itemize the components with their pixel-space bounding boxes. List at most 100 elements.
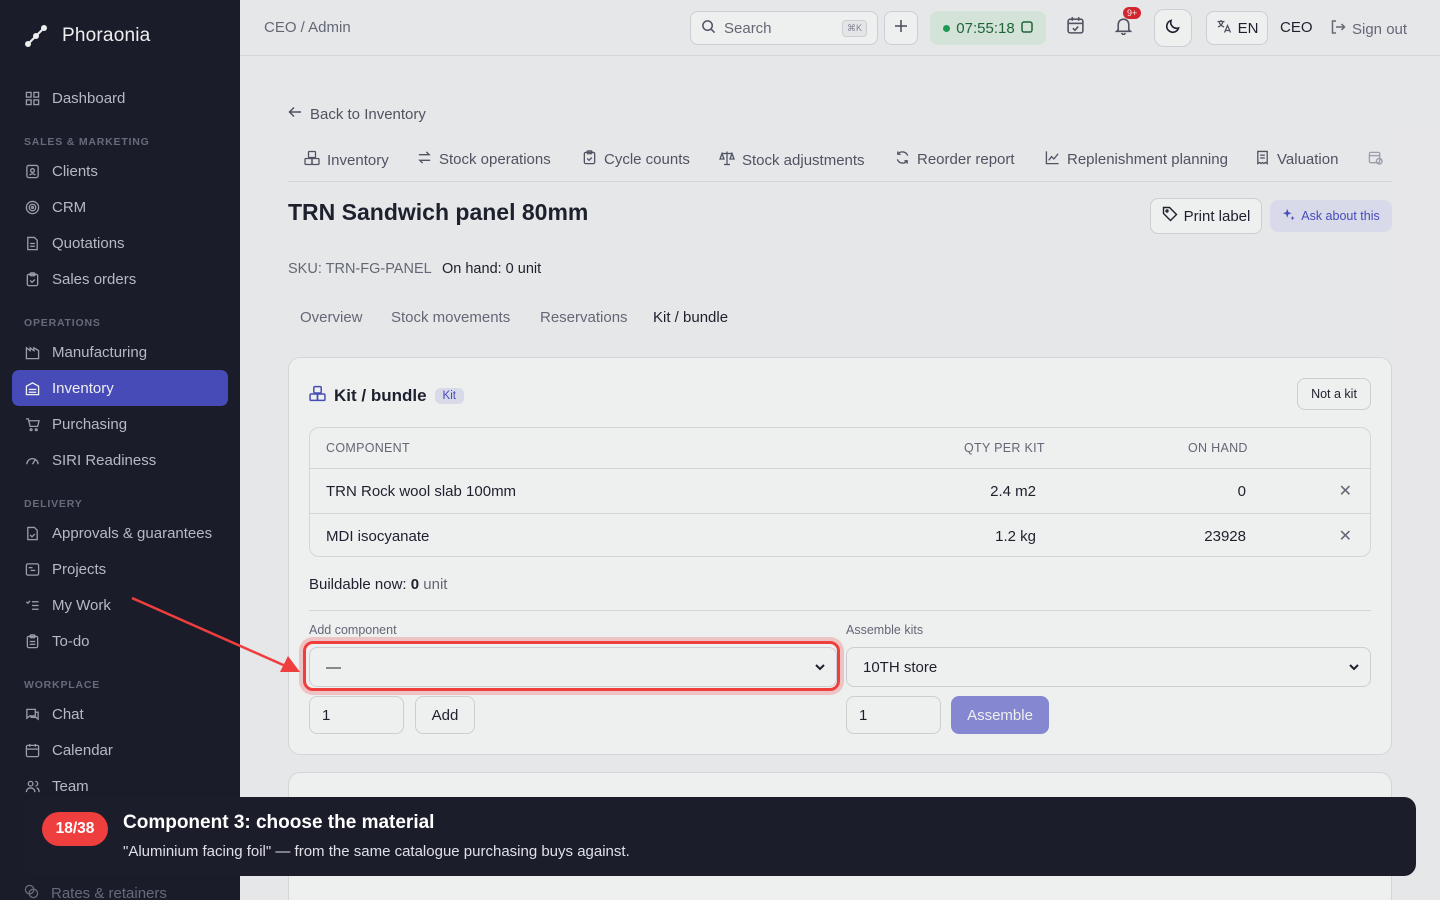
clipboard-icon [24, 271, 40, 287]
section-label: SALES & MARKETING [24, 136, 150, 148]
sidebar-item-label: SIRI Readiness [52, 451, 157, 469]
column-header: COMPONENT [326, 441, 410, 455]
component-name: MDI isocyanate [326, 528, 430, 545]
sidebar-item-purchasing[interactable]: Purchasing [12, 406, 228, 442]
tab-more[interactable] [1368, 150, 1383, 169]
ask-label: Ask about this [1301, 209, 1380, 223]
tab-inventory[interactable]: Inventory [304, 150, 389, 170]
notification-badge: 9+ [1123, 7, 1142, 19]
timer-button[interactable]: 07:55:18 [930, 11, 1046, 45]
sidebar-item-to-do[interactable]: To-do [12, 623, 228, 659]
sidebar-item-label: Dashboard [52, 89, 126, 107]
sidebar-item-my-work[interactable]: My Work [12, 587, 228, 623]
signout-label: Sign out [1352, 20, 1408, 38]
assemble-button[interactable]: Assemble [951, 696, 1049, 734]
language-code: EN [1237, 19, 1259, 37]
arrow-left-icon [288, 105, 302, 123]
sidebar-item-label: Rates & retainers [51, 885, 167, 900]
tab-valuation[interactable]: Valuation [1255, 150, 1338, 169]
tab-cycle-counts[interactable]: Cycle counts [582, 150, 690, 169]
brand[interactable]: Phoraonia [0, 0, 240, 72]
bell-icon [1114, 16, 1133, 40]
topbar: CEO / Admin Search ⌘K 07:55:18 9+ EN CEO… [240, 0, 1440, 56]
list-check-icon [24, 597, 40, 613]
print-label-button[interactable]: Print label [1150, 198, 1262, 234]
tab-label: Stock operations [439, 151, 551, 168]
tab-stock-operations[interactable]: Stock operations [417, 150, 551, 169]
tab-replenishment-planning[interactable]: Replenishment planning [1045, 150, 1228, 169]
inventory-tabs: Inventory Stock operations Cycle counts … [288, 140, 1392, 182]
tab-reservations[interactable]: Reservations [540, 309, 628, 326]
sidebar-item-chat[interactable]: Chat [12, 696, 228, 732]
add-component-label: Add component [309, 623, 397, 637]
calendar-button[interactable] [1058, 11, 1092, 45]
on-hand-value: 23928 [1204, 528, 1246, 545]
add-component-button[interactable]: Add [415, 696, 475, 734]
sidebar-item-approvals[interactable]: Approvals & guarantees [12, 515, 228, 551]
not-a-kit-button[interactable]: Not a kit [1297, 378, 1371, 410]
tab-reorder-report[interactable]: Reorder report [895, 150, 1015, 169]
sidebar-item-manufacturing[interactable]: Manufacturing [12, 334, 228, 370]
assemble-quantity-input[interactable]: 1 [846, 696, 941, 734]
tour-panel: 18/38 Component 3: choose the material "… [24, 797, 1416, 876]
sidebar-item-label: CRM [52, 198, 87, 216]
ask-about-this-button[interactable]: Ask about this [1270, 200, 1392, 232]
boxes-icon [309, 385, 326, 407]
sidebar-item-siri-readiness[interactable]: SIRI Readiness [12, 442, 228, 478]
calendar-clock-icon [1368, 150, 1383, 169]
sidebar-item-sales-orders[interactable]: Sales orders [12, 261, 228, 297]
section-label: OPERATIONS [24, 317, 101, 329]
warehouse-icon [24, 380, 40, 396]
buildable-unit: unit [423, 576, 448, 593]
plus-icon [894, 19, 908, 38]
theme-toggle[interactable] [1154, 9, 1192, 47]
language-switcher[interactable]: EN [1206, 11, 1268, 45]
remove-component-icon[interactable]: ✕ [1339, 481, 1352, 501]
remove-component-icon[interactable]: ✕ [1339, 526, 1352, 546]
sidebar-item-label: Inventory [52, 379, 114, 397]
tab-overview[interactable]: Overview [300, 309, 363, 326]
add-quantity-input[interactable]: 1 [309, 696, 404, 734]
sidebar-item-label: Sales orders [52, 270, 137, 288]
search-button[interactable]: Search ⌘K [690, 11, 878, 45]
running-dot-icon [943, 24, 951, 32]
sidebar-item-rates[interactable]: Rates & retainers [24, 884, 167, 900]
signout-button[interactable]: Sign out [1330, 19, 1407, 39]
brand-name: Phoraonia [62, 25, 151, 46]
column-header: QTY PER KIT [964, 441, 1045, 455]
line-chart-icon [1045, 150, 1060, 169]
tab-stock-movements[interactable]: Stock movements [391, 309, 510, 326]
sidebar-item-clients[interactable]: Clients [12, 153, 228, 189]
sidebar-item-label: To-do [52, 632, 90, 650]
clipboard-check-icon [582, 150, 597, 169]
assemble-kits-label: Assemble kits [846, 623, 924, 637]
sidebar-item-projects[interactable]: Projects [12, 551, 228, 587]
item-subtabs: Overview Stock movements Reservations Ki… [288, 300, 1392, 336]
column-header: ON HAND [1188, 441, 1248, 455]
tab-label: Valuation [1277, 151, 1339, 168]
calendar-check-icon [1066, 16, 1085, 40]
grid-icon [24, 90, 40, 106]
document-icon [24, 235, 40, 251]
chevron-down-icon [1348, 661, 1360, 676]
sidebar-item-dashboard[interactable]: Dashboard [12, 80, 228, 116]
tab-stock-adjustments[interactable]: Stock adjustments [719, 150, 865, 170]
back-link[interactable]: Back to Inventory [288, 105, 426, 123]
create-button[interactable] [884, 11, 918, 45]
components-table: COMPONENT QTY PER KIT ON HAND TRN Rock w… [309, 427, 1371, 557]
breadcrumb[interactable]: CEO / Admin [264, 19, 351, 36]
assemble-store-select[interactable]: 10TH store [846, 647, 1371, 687]
assemble-store-value: 10TH store [863, 658, 938, 676]
sidebar-item-calendar[interactable]: Calendar [12, 732, 228, 768]
tour-description: "Aluminium facing foil" — from the same … [123, 843, 630, 860]
sidebar-item-inventory[interactable]: Inventory [12, 370, 228, 406]
sidebar-item-crm[interactable]: CRM [12, 189, 228, 225]
on-hand-text: On hand: 0 unit [442, 261, 542, 277]
buildable-now: Buildable now: 0 unit [309, 576, 447, 593]
shortcut-hint: ⌘K [841, 20, 867, 37]
tour-title: Component 3: choose the material [123, 812, 435, 833]
sidebar-item-quotations[interactable]: Quotations [12, 225, 228, 261]
tab-kit-bundle[interactable]: Kit / bundle [653, 309, 728, 326]
user-name[interactable]: CEO [1280, 19, 1313, 36]
tab-label: Stock adjustments [742, 151, 865, 169]
